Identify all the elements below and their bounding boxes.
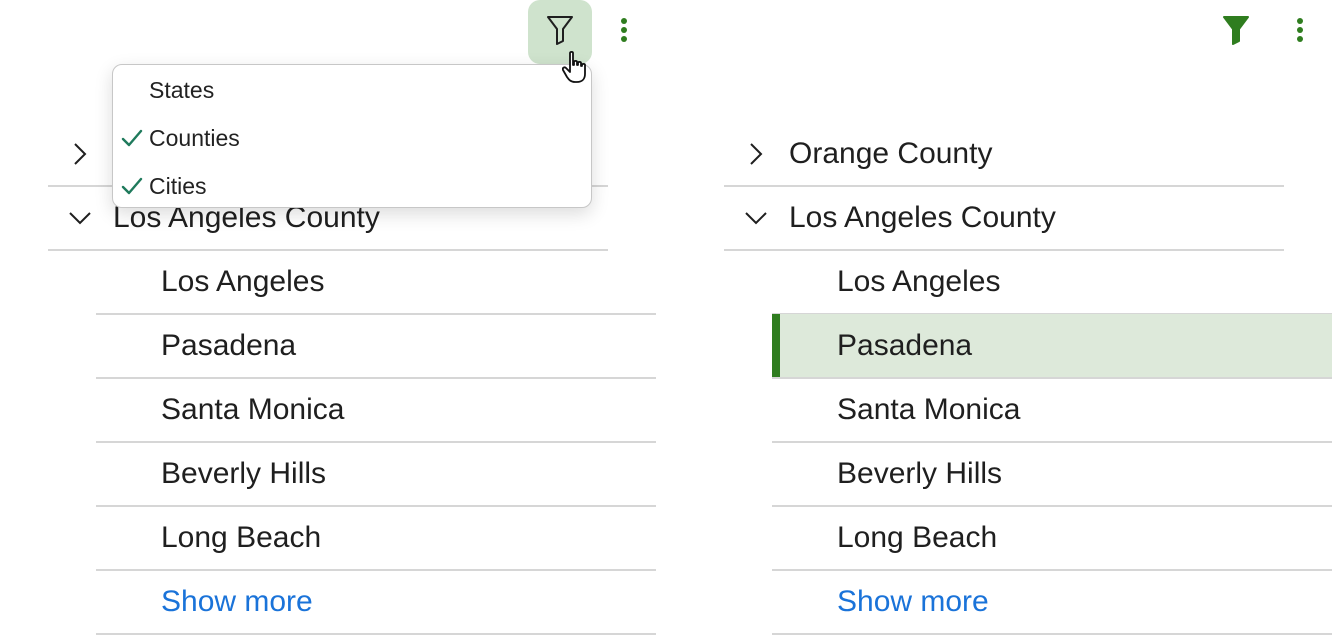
city-row[interactable]: Los Angeles <box>772 250 1332 315</box>
filter-dropdown-menu: States Counties Cities <box>112 64 592 208</box>
city-label: Long Beach <box>161 520 322 554</box>
chevron-right-icon <box>744 142 768 166</box>
city-row[interactable]: Santa Monica <box>772 378 1332 443</box>
city-row[interactable]: Beverly Hills <box>772 442 1332 507</box>
city-label: Pasadena <box>161 328 297 362</box>
filter-option-label: Counties <box>149 124 240 151</box>
tree-group-row[interactable]: Los Angeles County <box>724 186 1284 251</box>
city-label: Los Angeles <box>837 264 1001 298</box>
more-vertical-icon <box>620 17 628 48</box>
check-icon <box>121 175 143 197</box>
filter-option-states[interactable]: States <box>113 66 591 114</box>
city-label: Beverly Hills <box>161 456 327 490</box>
city-row[interactable]: Los Angeles <box>96 250 656 315</box>
city-row[interactable]: Santa Monica <box>96 378 656 443</box>
city-label: Pasadena <box>837 328 973 362</box>
filter-option-counties[interactable]: Counties <box>113 114 591 162</box>
city-row[interactable]: Pasadena <box>96 314 656 379</box>
group-label: Los Angeles County <box>789 200 1056 234</box>
show-more-link[interactable]: Show more <box>96 570 656 635</box>
city-label: Santa Monica <box>837 392 1021 426</box>
show-more-label: Show more <box>161 584 313 618</box>
group-label: Orange County <box>789 136 993 170</box>
chevron-right-icon <box>68 142 92 166</box>
chevron-down-icon <box>744 206 768 230</box>
city-label: Beverly Hills <box>837 456 1003 490</box>
more-options-button[interactable] <box>608 10 640 54</box>
filter-option-label: States <box>149 76 215 103</box>
more-vertical-icon <box>1296 17 1304 48</box>
city-row[interactable]: Beverly Hills <box>96 442 656 507</box>
filter-option-label: Cities <box>149 172 207 199</box>
show-more-link[interactable]: Show more <box>772 570 1332 635</box>
city-row[interactable]: Long Beach <box>96 506 656 571</box>
filter-filled-icon <box>1222 15 1250 50</box>
more-options-button[interactable] <box>1284 10 1316 54</box>
show-more-label: Show more <box>837 584 989 618</box>
filter-option-cities[interactable]: Cities <box>113 162 591 210</box>
chevron-down-icon <box>68 206 92 230</box>
hand-cursor-icon <box>561 50 590 91</box>
city-row[interactable]: Long Beach <box>772 506 1332 571</box>
city-label: Santa Monica <box>161 392 345 426</box>
city-label: Long Beach <box>837 520 998 554</box>
city-label: Los Angeles <box>161 264 325 298</box>
check-icon <box>121 127 143 149</box>
city-row-selected[interactable]: Pasadena <box>772 314 1332 379</box>
filter-outline-icon <box>546 15 574 50</box>
filter-button[interactable] <box>1204 0 1268 64</box>
tree-group-row[interactable]: Orange County <box>724 122 1284 187</box>
